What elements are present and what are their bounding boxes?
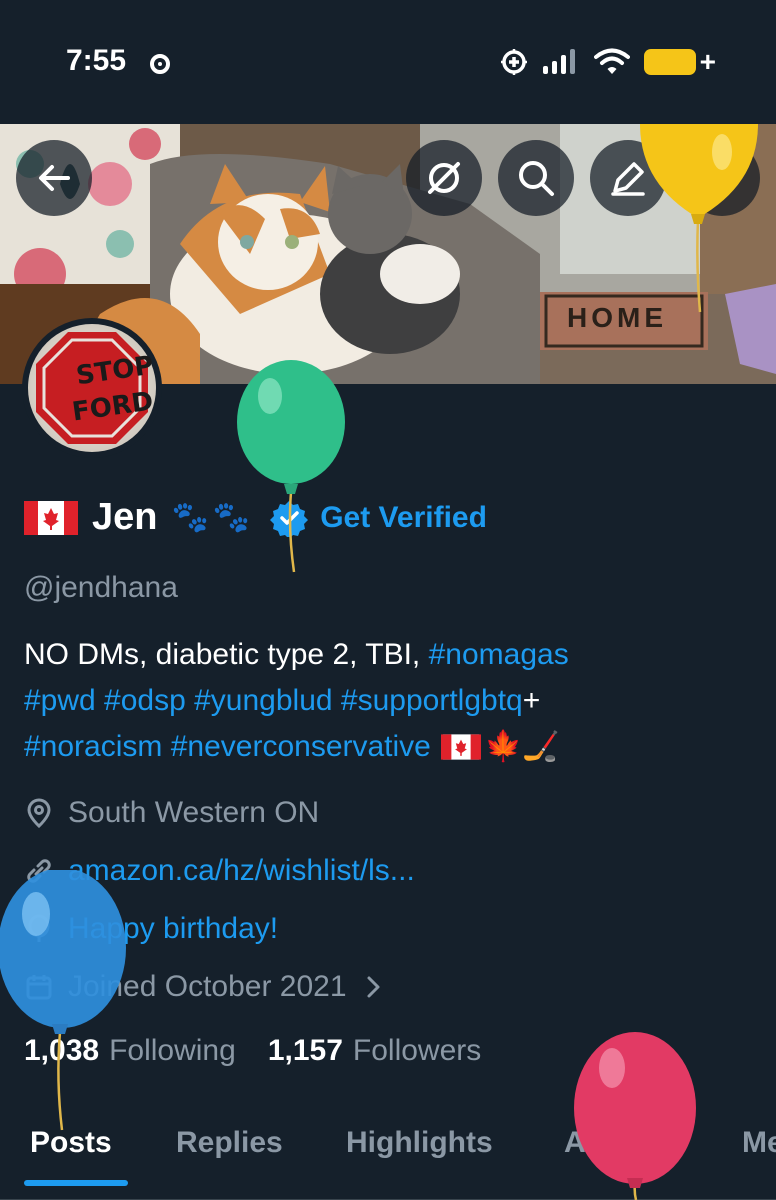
followers-link[interactable]: 1,157 Followers — [268, 1034, 513, 1068]
notification-dot-icon — [150, 54, 170, 74]
arrow-left-icon — [39, 165, 70, 191]
followers-label: Followers — [352, 1034, 482, 1067]
joined-text: Joined October 2021 — [68, 970, 347, 1003]
green-balloon — [237, 360, 345, 573]
tab-highlights[interactable]: Highlights — [346, 1126, 493, 1160]
tab-posts[interactable]: Posts — [30, 1126, 112, 1160]
status-time: 7:55 — [66, 44, 127, 77]
profile-page: 7:55 + HOME STOP FORD Jen 🐾🐾 Get Verifie… — [0, 0, 776, 1200]
active-tab-indicator — [24, 1180, 128, 1186]
avatar[interactable]: STOP FORD — [22, 318, 162, 458]
more-options-button[interactable] — [684, 140, 760, 216]
website-row: amazon.ca/hz/wishlist/ls... — [24, 854, 415, 888]
charging-icon: + — [699, 46, 716, 77]
avatar-image: STOP FORD — [28, 324, 156, 452]
follow-stats: 1,038 Following 1,157 Followers — [24, 1034, 513, 1068]
balloon-icon — [28, 914, 50, 942]
bio-plus: + — [522, 684, 541, 717]
signal-icon — [542, 49, 575, 74]
birthday-text[interactable]: Happy birthday! — [68, 912, 278, 946]
following-label: Following — [109, 1034, 236, 1067]
canada-flag-small-icon — [440, 734, 481, 760]
search-icon — [519, 161, 554, 196]
location-row: South Western ON — [24, 796, 319, 830]
website-link[interactable]: amazon.ca/hz/wishlist/ls... — [68, 854, 415, 888]
banner-sign-text: HOME — [567, 302, 667, 333]
tab-articles[interactable]: Articles — [564, 1126, 674, 1160]
bio-hashtags-line2[interactable]: #pwd #odsp #yungblud #supportlgbtq — [24, 684, 523, 717]
following-count: 1,038 — [24, 1034, 100, 1067]
bio-line-2: #pwd #odsp #yungblud #supportlgbtq+ — [24, 678, 764, 724]
bio-line-3: #noracism #neverconservative 🍁🏒 — [24, 724, 764, 770]
following-link[interactable]: 1,038 Following — [24, 1034, 268, 1068]
grok-button[interactable] — [406, 140, 482, 216]
bio-hashtags-line3[interactable]: #noracism #neverconservative — [24, 724, 431, 770]
tab-replies[interactable]: Replies — [176, 1126, 283, 1160]
edit-button[interactable] — [590, 140, 666, 216]
joined-row[interactable]: Joined October 2021 — [24, 970, 399, 1004]
followers-count: 1,157 — [267, 1034, 343, 1067]
data-saver-icon — [500, 49, 527, 75]
profile-bio: NO DMs, diabetic type 2, TBI, #nomagas #… — [24, 632, 764, 770]
location-pin-icon — [27, 798, 51, 828]
back-button[interactable] — [16, 140, 92, 216]
status-bar: 7:55 + — [0, 0, 776, 124]
profile-tabs: Posts Replies Highlights Articles Me — [0, 1104, 776, 1200]
wifi-icon — [593, 48, 630, 74]
tab-media[interactable]: Me — [742, 1126, 776, 1160]
bio-emoji: 🍁🏒 — [484, 730, 560, 763]
hashtag-nomagas[interactable]: #nomagas — [429, 638, 569, 671]
search-button[interactable] — [498, 140, 574, 216]
bio-line-1: NO DMs, diabetic type 2, TBI, #nomagas — [24, 632, 764, 678]
pencil-icon — [611, 162, 645, 196]
verified-badge-icon[interactable] — [270, 499, 309, 537]
calendar-icon — [26, 975, 52, 1000]
chevron-right-icon — [367, 976, 380, 998]
location-text: South Western ON — [68, 796, 320, 829]
paw-prints-icon: 🐾🐾 — [171, 501, 255, 534]
profile-handle: @jendhana — [24, 571, 178, 604]
bio-text: NO DMs, diabetic type 2, TBI, — [24, 638, 429, 671]
get-verified-link[interactable]: Get Verified — [320, 501, 487, 535]
link-icon — [27, 859, 51, 883]
more-vertical-icon — [718, 162, 726, 194]
grok-icon — [428, 162, 460, 194]
name-row: Jen 🐾🐾 Get Verified — [24, 496, 487, 539]
canada-flag-icon — [24, 500, 78, 535]
status-icons: + — [500, 48, 716, 76]
battery-icon — [643, 49, 696, 75]
display-name: Jen — [92, 496, 158, 538]
birthday-row: Happy birthday! — [24, 912, 278, 946]
